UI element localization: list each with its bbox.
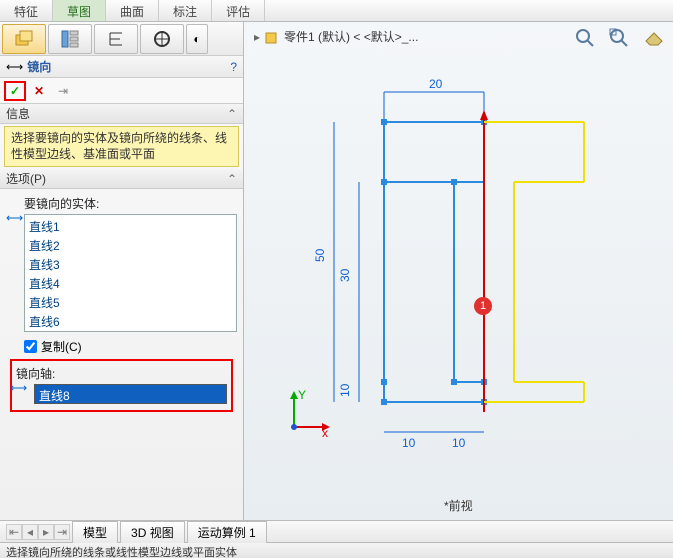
info-heading: 信息 <box>6 105 30 122</box>
cancel-button[interactable]: ✕ <box>28 81 50 101</box>
tab-motion[interactable]: 运动算例 1 <box>187 521 267 543</box>
svg-text:30: 30 <box>338 268 352 282</box>
copy-checkbox[interactable] <box>24 340 37 353</box>
entities-icon: ⟷ <box>6 211 23 225</box>
zoom-area-icon[interactable] <box>607 26 631 50</box>
triad-axes: Y x <box>284 387 334 440</box>
top-tabs: 特征 草图 曲面 标注 评估 <box>0 0 673 22</box>
view-orientation-icon[interactable] <box>641 26 665 50</box>
svg-text:10: 10 <box>402 436 416 450</box>
tab-nav-last[interactable]: ⇥ <box>54 524 70 540</box>
feature-manager-button[interactable] <box>2 24 46 54</box>
tab-nav-first[interactable]: ⇤ <box>6 524 22 540</box>
tab-nav-next[interactable]: ▸ <box>38 524 54 540</box>
tab-3dview[interactable]: 3D 视图 <box>120 521 185 543</box>
axis-icon: ⟷ <box>10 381 27 395</box>
mirror-icon: ⟷ <box>6 60 23 74</box>
overflow-button[interactable]: ◐ <box>186 24 208 54</box>
tab-feature[interactable]: 特征 <box>0 0 53 21</box>
svg-text:10: 10 <box>452 436 466 450</box>
info-message: 选择要镜向的实体及镜向所绕的线条、线性模型边线、基准面或平面 <box>4 126 239 167</box>
list-item[interactable]: 直线6 <box>29 312 232 331</box>
svg-text:x: x <box>322 426 328 437</box>
tab-model[interactable]: 模型 <box>72 521 118 543</box>
list-item[interactable]: 直线7 <box>29 331 232 332</box>
bottom-tabs: ⇤ ◂ ▸ ⇥ 模型 3D 视图 运动算例 1 <box>0 520 673 542</box>
graphics-area[interactable]: ▸ 零件1 (默认) < <默认>_... 20 <box>244 22 673 520</box>
svg-text:50: 50 <box>313 248 327 262</box>
list-item[interactable]: 直线5 <box>29 293 232 312</box>
property-panel: ◐ ⟷ 镜向 ? ✓ ✕ ⇥ 信息 ⌃ 选择要镜向的实体及镜向所绕的线条、线性模… <box>0 22 244 520</box>
breadcrumb-part[interactable]: 零件1 (默认) < <默认>_... <box>284 28 418 45</box>
tab-evaluate[interactable]: 评估 <box>212 0 265 21</box>
copy-label: 复制(C) <box>41 338 82 355</box>
breadcrumb-arrow-icon[interactable]: ▸ <box>254 30 260 44</box>
svg-text:20: 20 <box>429 77 443 91</box>
view-name-label: *前视 <box>444 497 473 514</box>
entities-listbox[interactable]: 直线1 直线2 直线3 直线4 直线5 直线6 直线7 <box>24 214 237 332</box>
panel-title: 镜向 <box>27 58 51 75</box>
tab-nav-prev[interactable]: ◂ <box>22 524 38 540</box>
axis-label: 镜向轴: <box>16 365 227 382</box>
part-icon <box>264 29 280 45</box>
tab-surface[interactable]: 曲面 <box>106 0 159 21</box>
list-item[interactable]: 直线1 <box>29 217 232 236</box>
tab-sketch[interactable]: 草图 <box>53 0 106 21</box>
chevron-up-icon[interactable]: ⌃ <box>227 107 237 121</box>
help-button[interactable]: ? <box>230 60 237 74</box>
svg-text:10: 10 <box>338 383 352 397</box>
ok-button[interactable]: ✓ <box>4 81 26 101</box>
list-item[interactable]: 直线3 <box>29 255 232 274</box>
dimxpert-button[interactable] <box>140 24 184 54</box>
tab-annotation[interactable]: 标注 <box>159 0 212 21</box>
list-item[interactable]: 直线2 <box>29 236 232 255</box>
pin-button[interactable]: ⇥ <box>52 81 74 101</box>
entities-label: 要镜向的实体: <box>24 195 237 212</box>
zoom-fit-icon[interactable] <box>573 26 597 50</box>
options-heading: 选项(P) <box>6 170 46 187</box>
property-manager-button[interactable] <box>48 24 92 54</box>
chevron-up-icon[interactable]: ⌃ <box>227 172 237 186</box>
list-item[interactable]: 直线4 <box>29 274 232 293</box>
mirror-axis-field[interactable]: 直线8 <box>34 384 227 404</box>
callout-marker: 1 <box>474 297 492 315</box>
svg-text:Y: Y <box>298 388 306 402</box>
config-manager-button[interactable] <box>94 24 138 54</box>
